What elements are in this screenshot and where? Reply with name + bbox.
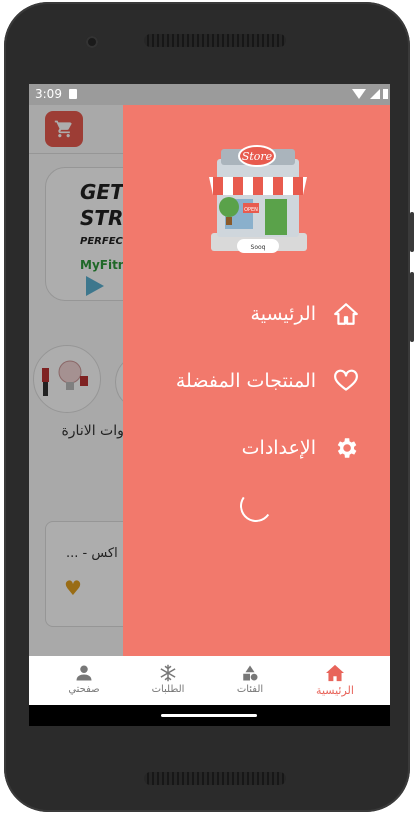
drawer-item-home-label: الرئيسية bbox=[250, 303, 316, 325]
nav-tab-categories-label: الفئات bbox=[236, 684, 264, 695]
drawer-item-favorites-label: المنتجات المفضلة bbox=[175, 370, 316, 392]
drawer-item-settings-label: الإعدادات bbox=[241, 437, 316, 459]
signal-icon bbox=[370, 89, 380, 99]
drawer-item-settings[interactable]: الإعدادات bbox=[242, 431, 360, 465]
volume-down-button[interactable] bbox=[410, 272, 414, 342]
snowflake-icon bbox=[160, 664, 176, 682]
app-screen: 3:09 GET STRO PERFECT MyFitn ادوات الانا… bbox=[29, 84, 390, 726]
store-logo-icon: Store OPEN Sooq bbox=[209, 145, 307, 253]
open-sign-text: OPEN bbox=[244, 207, 258, 213]
nav-tab-home[interactable]: الرئيسية bbox=[290, 656, 380, 705]
wifi-icon bbox=[352, 89, 366, 99]
sd-card-icon bbox=[69, 89, 77, 99]
nav-tab-orders[interactable]: الطلبات bbox=[123, 656, 213, 705]
home-icon bbox=[326, 664, 344, 682]
status-time: 3:09 bbox=[35, 87, 62, 101]
person-icon bbox=[76, 665, 92, 681]
system-navigation-bar bbox=[29, 705, 390, 726]
heart-icon bbox=[332, 367, 360, 395]
bottom-navigation: الرئيسية الفئات الطلبات صفحتي bbox=[29, 656, 390, 705]
front-camera bbox=[86, 36, 98, 48]
nav-tab-home-label: الرئيسية bbox=[316, 684, 354, 697]
nav-tab-categories[interactable]: الفئات bbox=[205, 656, 295, 705]
drawer-item-home[interactable]: الرئيسية bbox=[251, 297, 360, 331]
battery-icon bbox=[383, 89, 388, 99]
home-icon bbox=[332, 300, 360, 328]
gear-icon bbox=[332, 434, 360, 462]
nav-tab-orders-label: الطلبات bbox=[151, 684, 185, 695]
loading-spinner bbox=[237, 487, 275, 525]
logo-brand-text: Sooq bbox=[251, 244, 266, 251]
navigation-drawer: Store OPEN Sooq الرئيسية المنتجات المفضل… bbox=[123, 105, 390, 656]
nav-tab-profile[interactable]: صفحتي bbox=[39, 656, 129, 705]
nav-tab-profile-label: صفحتي bbox=[68, 684, 100, 695]
bottom-speaker bbox=[144, 772, 286, 785]
volume-up-button[interactable] bbox=[410, 212, 414, 252]
categories-icon bbox=[243, 665, 258, 681]
top-speaker bbox=[144, 34, 286, 47]
home-gesture-pill[interactable] bbox=[161, 714, 257, 717]
store-sign-text: Store bbox=[242, 150, 273, 163]
drawer-item-favorites[interactable]: المنتجات المفضلة bbox=[176, 364, 360, 398]
status-bar: 3:09 bbox=[29, 84, 390, 105]
